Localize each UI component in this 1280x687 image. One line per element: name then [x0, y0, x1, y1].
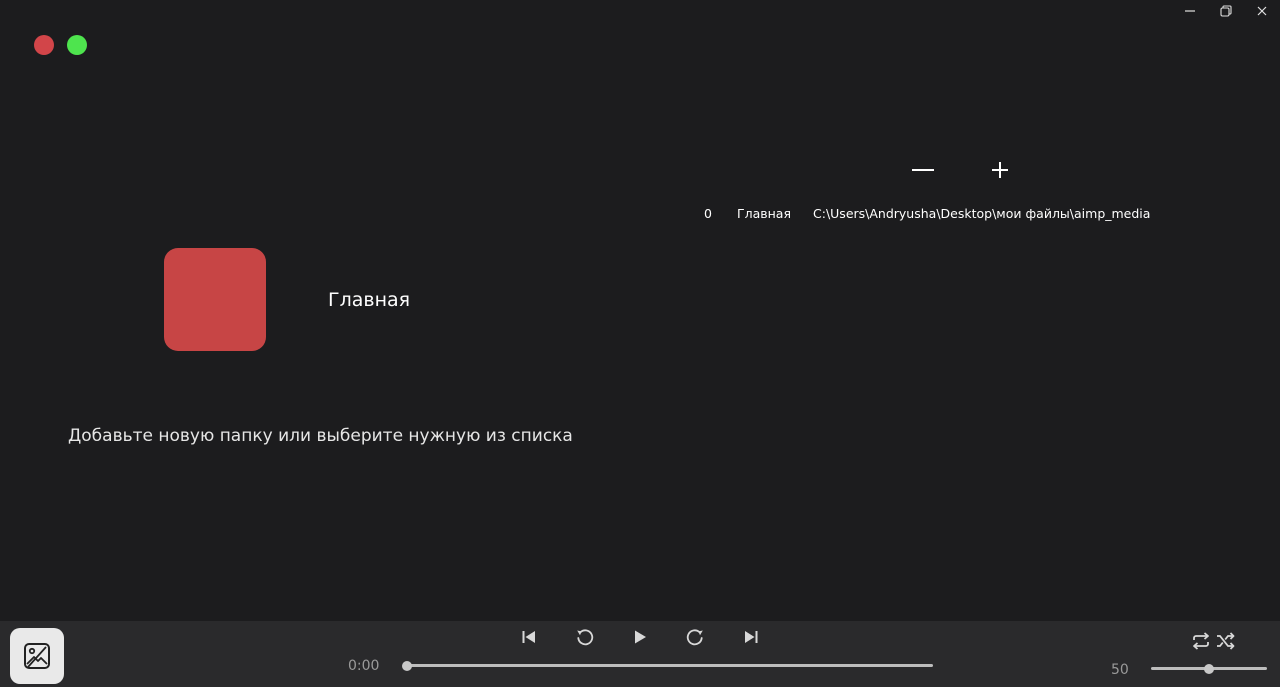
play-icon	[635, 630, 646, 644]
rewind-button[interactable]	[571, 624, 599, 650]
minimize-icon	[1185, 10, 1195, 12]
current-time: 0:00	[348, 658, 380, 674]
shuffle-icon	[1217, 632, 1235, 650]
seek-track[interactable]	[407, 664, 933, 667]
volume-thumb[interactable]	[1204, 664, 1214, 674]
next-track-button[interactable]	[737, 624, 765, 650]
plus-icon	[992, 162, 1008, 178]
volume-value: 50	[1111, 662, 1129, 678]
minus-icon	[912, 169, 934, 171]
folder-cover[interactable]	[164, 248, 266, 351]
window-controls	[1172, 0, 1280, 22]
skip-next-icon	[745, 631, 758, 643]
repeat-icon	[1193, 632, 1209, 650]
folder-title: Главная	[328, 289, 411, 311]
album-art-button[interactable]	[10, 628, 64, 684]
minimize-button[interactable]	[1172, 0, 1208, 22]
image-icon	[24, 643, 50, 669]
close-icon	[1257, 6, 1267, 16]
skip-previous-icon	[522, 631, 535, 643]
close-button[interactable]	[1244, 0, 1280, 22]
previous-track-button[interactable]	[515, 624, 543, 650]
rewind-icon	[577, 629, 594, 646]
folder-name: Главная	[737, 206, 791, 221]
remove-folder-button[interactable]	[908, 156, 938, 184]
player-bar: 0:00 50	[0, 621, 1280, 687]
folder-path: C:\Users\Andryusha\Desktop\мои файлы\aim…	[813, 206, 1151, 221]
fast-forward-button[interactable]	[681, 624, 709, 650]
fast-forward-icon	[686, 629, 703, 646]
repeat-button[interactable]	[1189, 630, 1213, 652]
app-window: 0 Главная C:\Users\Andryusha\Desktop\мои…	[0, 0, 1280, 687]
seek-slider[interactable]	[402, 661, 933, 671]
empty-hint: Добавьте новую папку или выберите нужную…	[68, 426, 573, 446]
restore-button[interactable]	[1208, 0, 1244, 22]
add-folder-button[interactable]	[985, 156, 1015, 184]
shuffle-button[interactable]	[1214, 630, 1238, 652]
folder-index: 0	[704, 206, 712, 221]
red-dot-button[interactable]	[34, 35, 54, 55]
volume-slider[interactable]	[1151, 664, 1267, 674]
green-dot-button[interactable]	[67, 35, 87, 55]
play-button[interactable]	[626, 624, 654, 650]
seek-thumb[interactable]	[402, 661, 412, 671]
restore-icon	[1220, 5, 1232, 17]
